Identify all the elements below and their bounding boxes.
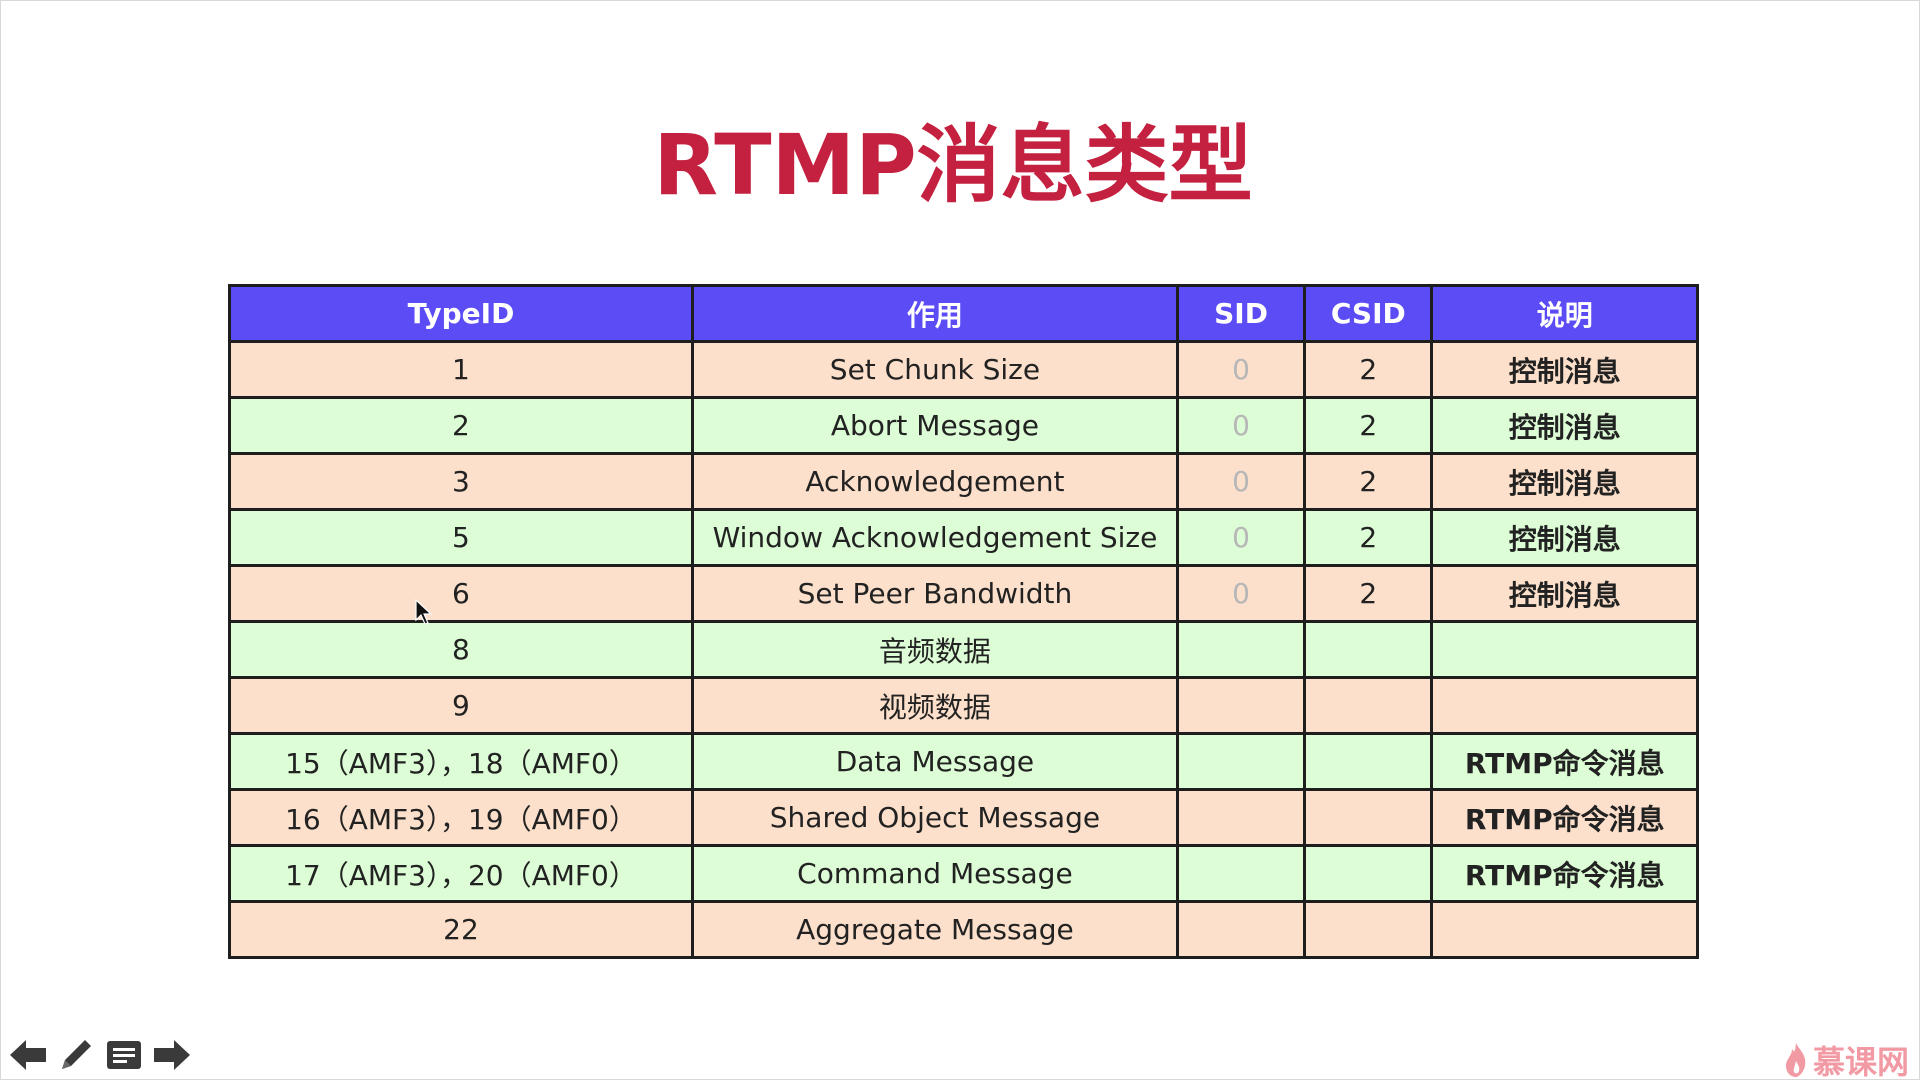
cell-function: Data Message [690, 732, 1179, 791]
cell-note: RTMP命令消息 [1430, 844, 1699, 903]
cell-sid [1175, 620, 1307, 679]
mouse-cursor-icon [415, 599, 433, 625]
rtmp-message-type-table: TypeID 作用 SID CSID 说明 1 Set Chunk Size 0… [228, 284, 1699, 959]
cell-typeid: 9 [228, 676, 694, 735]
pen-tool-button[interactable] [55, 1035, 97, 1075]
cell-note [1430, 676, 1699, 735]
cell-function: 视频数据 [690, 676, 1179, 735]
cell-typeid: 6 [228, 564, 694, 623]
cell-typeid: 1 [228, 340, 694, 399]
cell-function: Abort Message [690, 396, 1179, 455]
cell-sid: 0 [1175, 508, 1307, 567]
cell-note [1430, 620, 1699, 679]
cell-function: Acknowledgement [690, 452, 1179, 511]
cell-typeid: 2 [228, 396, 694, 455]
previous-slide-button[interactable] [7, 1035, 49, 1075]
cell-sid: 0 [1175, 564, 1307, 623]
cell-function: Aggregate Message [690, 900, 1179, 959]
cell-note: 控制消息 [1430, 396, 1699, 455]
cell-typeid: 8 [228, 620, 694, 679]
watermark-logo: 慕课网 [1783, 1037, 1909, 1083]
cell-typeid: 16（AMF3），19（AMF0） [228, 788, 694, 847]
cell-sid: 0 [1175, 396, 1307, 455]
cell-sid [1175, 732, 1307, 791]
cell-function: Command Message [690, 844, 1179, 903]
cell-note: 控制消息 [1430, 340, 1699, 399]
cell-function: Shared Object Message [690, 788, 1179, 847]
table-row: 1 Set Chunk Size 0 2 控制消息 [228, 340, 1699, 399]
header-typeid: TypeID [228, 284, 694, 343]
cell-note [1430, 900, 1699, 959]
table-row: 6 Set Peer Bandwidth 0 2 控制消息 [228, 564, 1699, 623]
cell-csid [1303, 844, 1434, 903]
header-sid: SID [1175, 284, 1307, 343]
table-row: 2 Abort Message 0 2 控制消息 [228, 396, 1699, 455]
table-row: 16（AMF3），19（AMF0） Shared Object Message … [228, 788, 1699, 847]
cell-note: 控制消息 [1430, 564, 1699, 623]
cell-csid: 2 [1303, 452, 1434, 511]
slide-menu-button[interactable] [103, 1035, 145, 1075]
cell-note: 控制消息 [1430, 452, 1699, 511]
cell-function: Window Acknowledgement Size [690, 508, 1179, 567]
cell-sid [1175, 788, 1307, 847]
table-row: 22 Aggregate Message [228, 900, 1699, 959]
next-slide-button[interactable] [151, 1035, 193, 1075]
cell-csid: 2 [1303, 396, 1434, 455]
header-note: 说明 [1430, 284, 1699, 343]
table-row: 9 视频数据 [228, 676, 1699, 735]
cell-function: Set Chunk Size [690, 340, 1179, 399]
cell-csid [1303, 732, 1434, 791]
cell-csid [1303, 788, 1434, 847]
header-function: 作用 [690, 284, 1179, 343]
table-row: 15（AMF3），18（AMF0） Data Message RTMP命令消息 [228, 732, 1699, 791]
cell-sid [1175, 900, 1307, 959]
cell-csid [1303, 620, 1434, 679]
cell-csid: 2 [1303, 508, 1434, 567]
table-header-row: TypeID 作用 SID CSID 说明 [228, 284, 1699, 343]
cell-typeid: 5 [228, 508, 694, 567]
cell-typeid: 22 [228, 900, 694, 959]
menu-icon [107, 1041, 141, 1069]
slide-title: RTMP消息类型 [653, 116, 1253, 214]
cell-csid: 2 [1303, 564, 1434, 623]
cell-csid: 2 [1303, 340, 1434, 399]
table-row: 8 音频数据 [228, 620, 1699, 679]
cell-csid [1303, 900, 1434, 959]
cell-function: 音频数据 [690, 620, 1179, 679]
slide: RTMP消息类型 TypeID 作用 SID CSID 说明 1 Set Chu… [0, 0, 1920, 1083]
cell-note: RTMP命令消息 [1430, 732, 1699, 791]
cell-note: RTMP命令消息 [1430, 788, 1699, 847]
cell-csid [1303, 676, 1434, 735]
cell-typeid: 3 [228, 452, 694, 511]
cell-typeid: 17（AMF3），20（AMF0） [228, 844, 694, 903]
arrow-left-icon [10, 1040, 46, 1070]
cell-sid: 0 [1175, 340, 1307, 399]
cell-sid: 0 [1175, 452, 1307, 511]
cell-typeid: 15（AMF3），18（AMF0） [228, 732, 694, 791]
cell-function: Set Peer Bandwidth [690, 564, 1179, 623]
cell-note: 控制消息 [1430, 508, 1699, 567]
arrow-right-icon [154, 1040, 190, 1070]
header-csid: CSID [1303, 284, 1434, 343]
cell-sid [1175, 844, 1307, 903]
slide-navigation-toolbar [7, 1035, 193, 1075]
table-row: 17（AMF3），20（AMF0） Command Message RTMP命令… [228, 844, 1699, 903]
cell-sid [1175, 676, 1307, 735]
flame-icon [1785, 1043, 1806, 1077]
watermark-text: 慕课网 [1812, 1043, 1909, 1081]
table-row: 3 Acknowledgement 0 2 控制消息 [228, 452, 1699, 511]
table-row: 5 Window Acknowledgement Size 0 2 控制消息 [228, 508, 1699, 567]
pencil-icon [62, 1040, 91, 1069]
